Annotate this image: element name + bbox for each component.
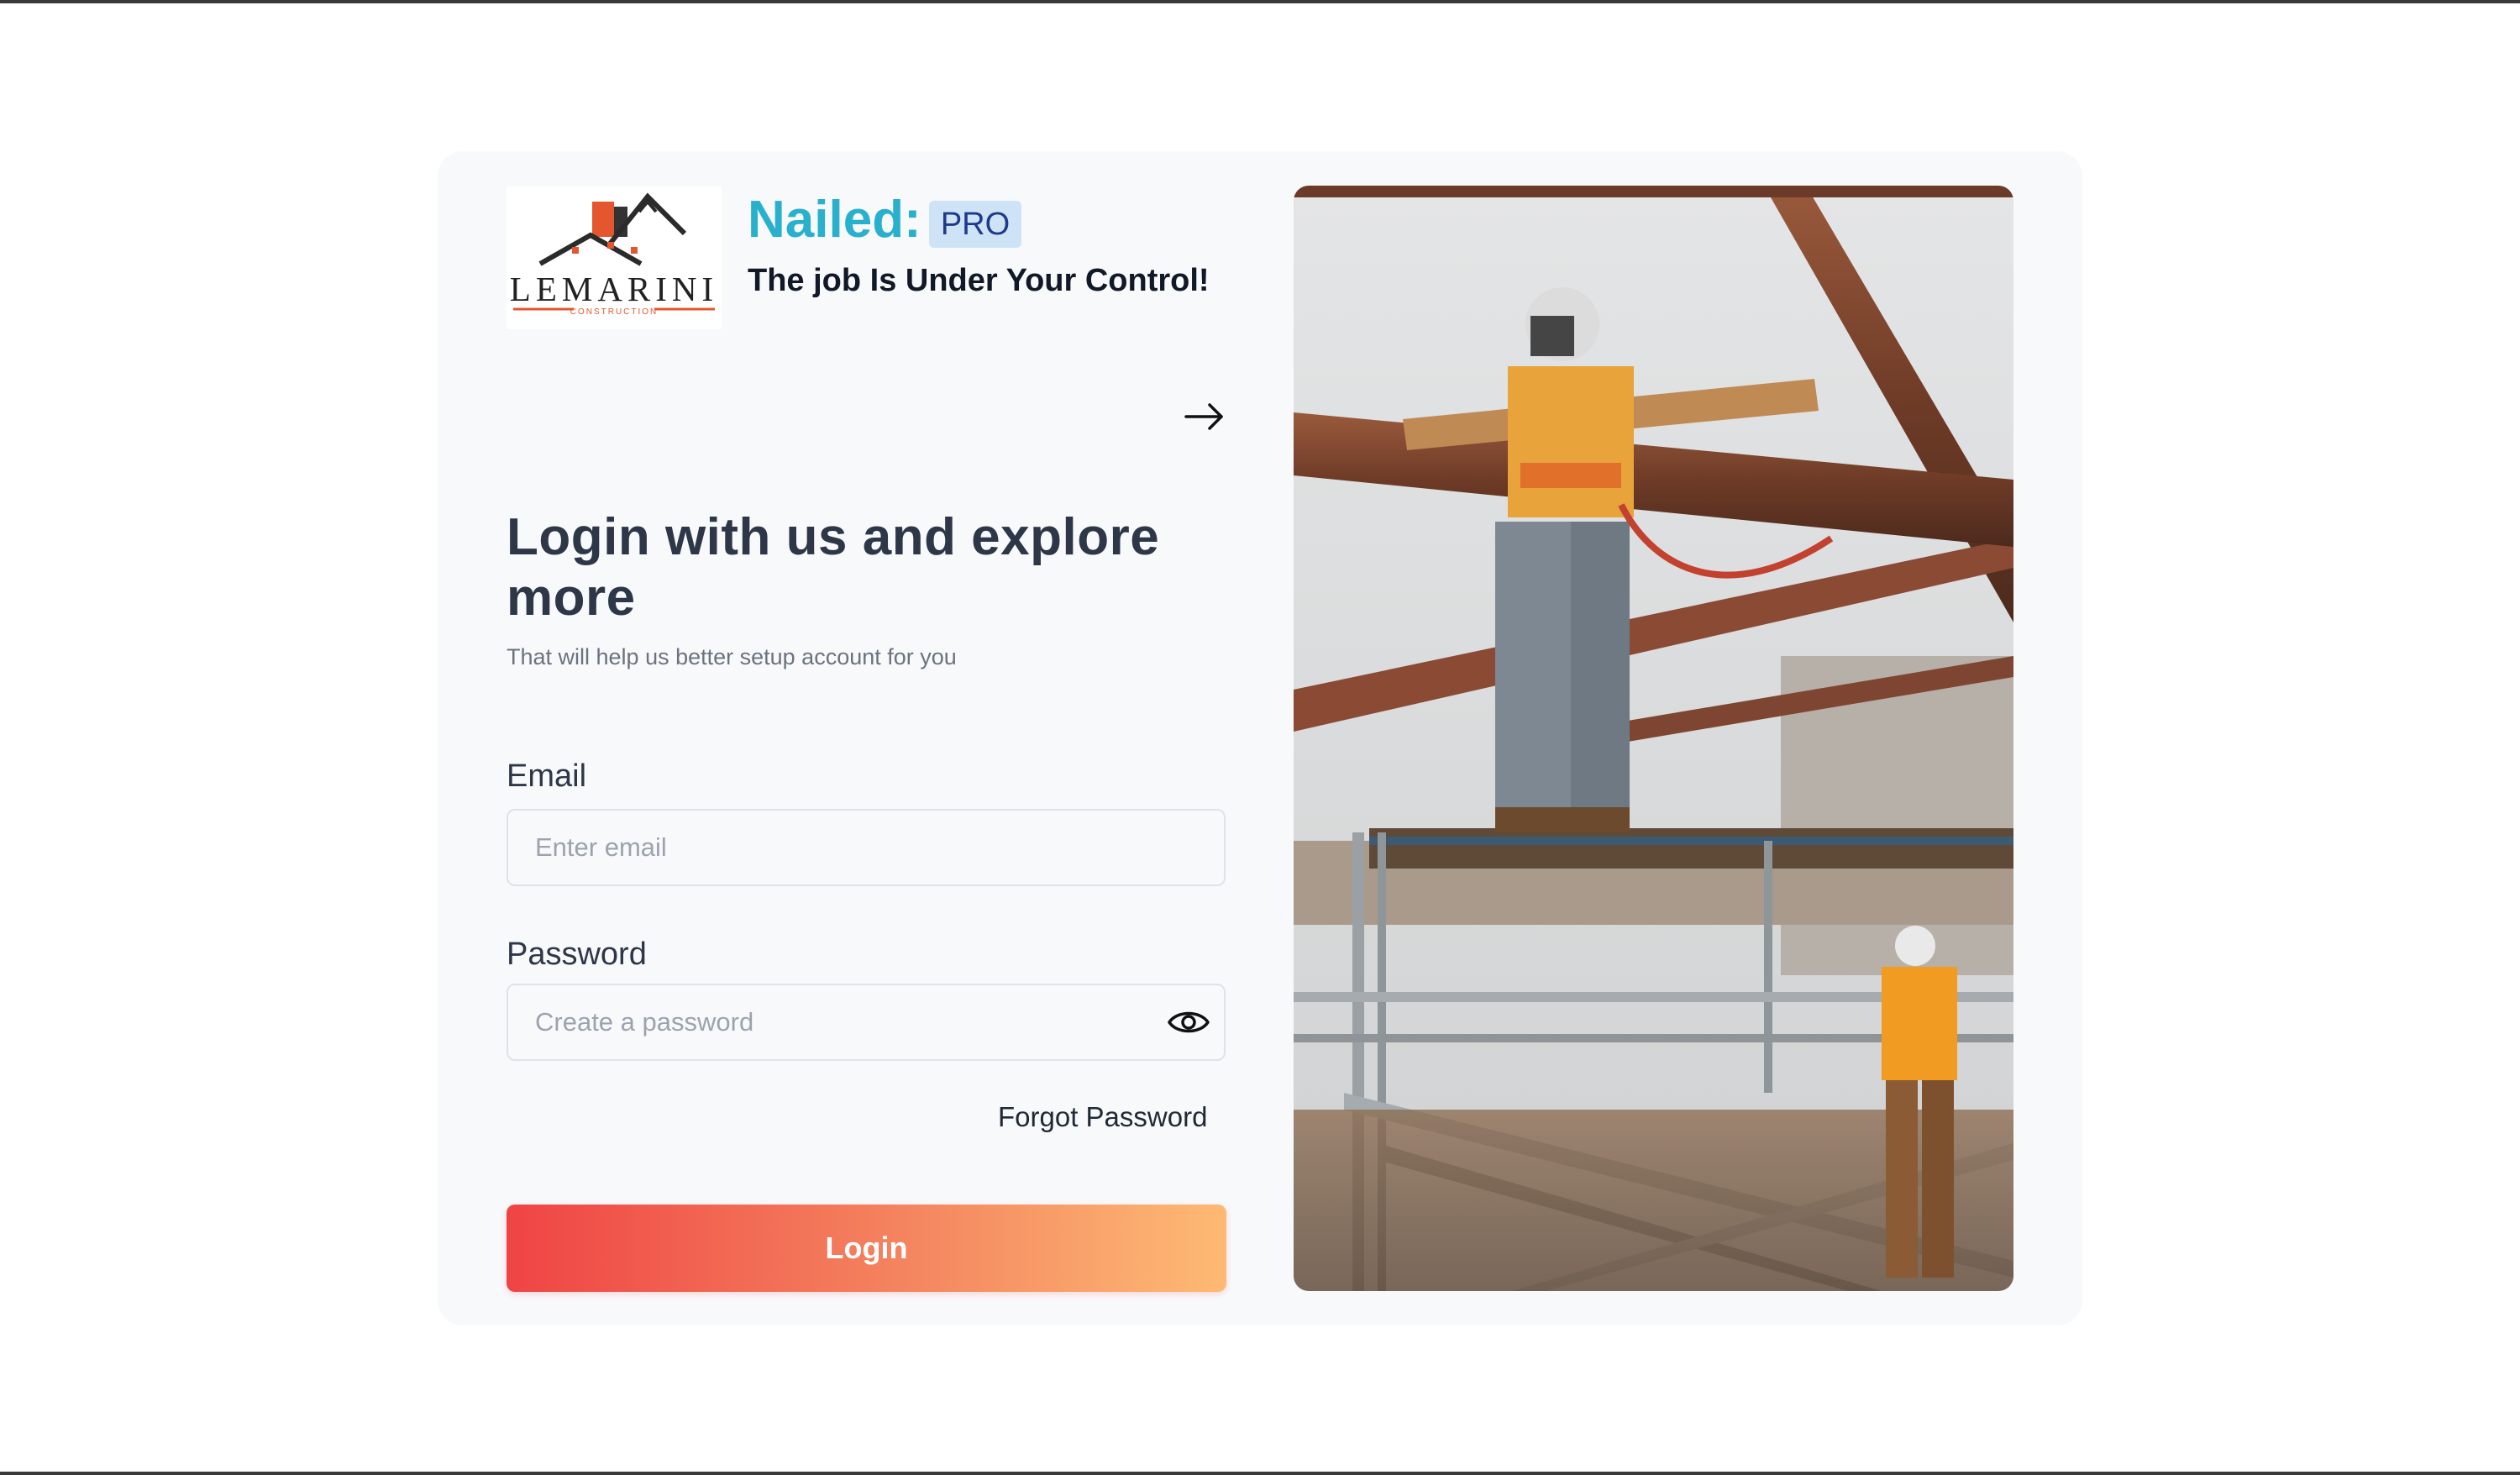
pro-badge: PRO — [929, 201, 1021, 248]
login-subheading: That will help us better setup account f… — [507, 644, 957, 669]
window-top-border — [0, 0, 2520, 3]
login-heading: Login with us and explore more — [507, 508, 1160, 627]
forgot-password-link[interactable]: Forgot Password — [998, 1099, 1207, 1136]
password-field-box — [507, 984, 1226, 1061]
construction-scene-image — [1294, 186, 2013, 1291]
email-field[interactable] — [535, 811, 1157, 884]
app-name: Nailed: — [748, 191, 921, 249]
email-label: Email — [507, 758, 587, 794]
arrow-right-icon[interactable] — [1183, 400, 1226, 433]
login-button[interactable]: Login — [507, 1205, 1226, 1292]
logo-wordmark: LEMARINI — [509, 270, 719, 308]
construction-photo — [1294, 186, 2013, 1291]
logo-subtitle: CONSTRUCTION — [570, 307, 659, 317]
eye-icon[interactable] — [1167, 1005, 1210, 1039]
email-field-box — [507, 809, 1226, 886]
password-field[interactable] — [535, 985, 1157, 1059]
window-bottom-border — [0, 1472, 2520, 1475]
password-label: Password — [507, 937, 647, 972]
app-tagline: The job Is Under Your Control! — [748, 263, 1210, 298]
company-logo: LEMARINI CONSTRUCTION — [507, 186, 722, 329]
